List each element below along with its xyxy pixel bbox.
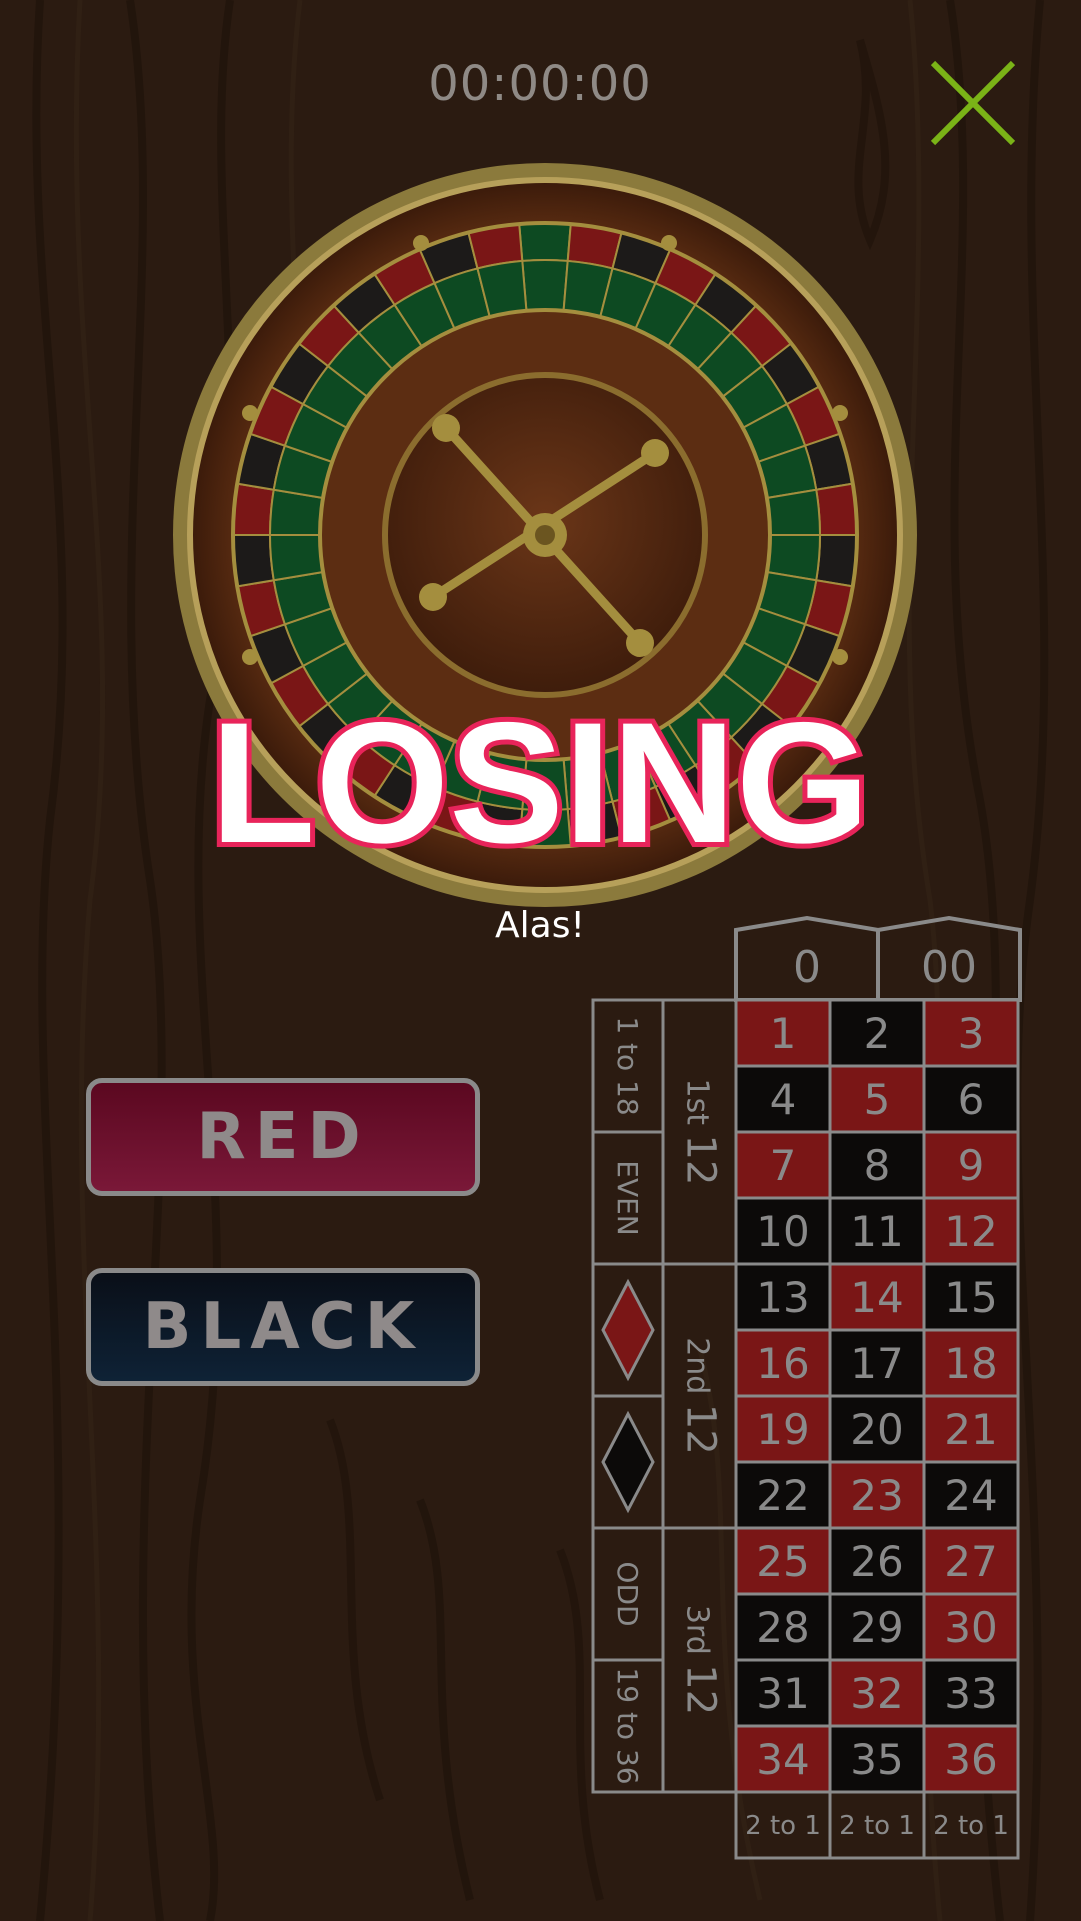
wheel-fret	[765, 488, 822, 536]
wheel-fret	[268, 534, 325, 582]
number-label: 8	[864, 1141, 891, 1190]
number-label: 4	[770, 1075, 797, 1124]
bet-black-button[interactable]: BLACK	[86, 1268, 480, 1386]
column-bet-label: 2 to 1	[745, 1811, 821, 1841]
number-label: 24	[944, 1471, 997, 1520]
number-label: 13	[756, 1273, 809, 1322]
bet-red-button[interactable]: RED	[86, 1078, 480, 1196]
outside-bet-label: 1 to 18	[611, 1016, 644, 1115]
number-label: 2	[864, 1009, 891, 1058]
outside-bet-label: 19 to 36	[611, 1667, 644, 1784]
number-label: 9	[958, 1141, 985, 1190]
dozen-label: 3rd 12	[678, 1605, 724, 1715]
number-label: 26	[850, 1537, 903, 1586]
number-label: 23	[850, 1471, 903, 1520]
number-label: 6	[958, 1075, 985, 1124]
number-label: 20	[850, 1405, 903, 1454]
dozen-label: 1st 12	[678, 1079, 724, 1186]
outside-bet-label: ODD	[611, 1561, 644, 1626]
number-label: 3	[958, 1009, 985, 1058]
wheel-pocket	[518, 222, 572, 263]
number-label: 16	[756, 1339, 809, 1388]
double-zero-label: 00	[921, 942, 977, 993]
number-label: 33	[944, 1669, 997, 1718]
wheel-pocket	[231, 534, 275, 588]
number-label: 7	[770, 1141, 797, 1190]
number-label: 32	[850, 1669, 903, 1718]
number-label: 1	[770, 1009, 797, 1058]
number-label: 14	[850, 1273, 903, 1322]
dozen-label: 2nd 12	[678, 1337, 724, 1455]
number-label: 18	[944, 1339, 997, 1388]
column-bet-label: 2 to 1	[933, 1811, 1009, 1841]
number-label: 34	[756, 1735, 809, 1784]
number-label: 12	[944, 1207, 997, 1256]
number-label: 5	[864, 1075, 891, 1124]
number-label: 28	[756, 1603, 809, 1652]
outside-bet-label: EVEN	[611, 1160, 644, 1235]
number-label: 19	[756, 1405, 809, 1454]
result-title: LOSING	[210, 687, 869, 879]
game-timer: 00:00:00	[428, 56, 652, 112]
number-label: 36	[944, 1735, 997, 1784]
zero-label: 0	[793, 942, 821, 993]
wheel-pocket	[231, 482, 275, 536]
number-label: 21	[944, 1405, 997, 1454]
number-label: 31	[756, 1669, 809, 1718]
wheel-pocket	[815, 482, 859, 536]
number-label: 35	[850, 1735, 903, 1784]
result-banner: LOSING	[205, 682, 874, 880]
number-label: 22	[756, 1471, 809, 1520]
number-label: 11	[850, 1207, 903, 1256]
number-label: 29	[850, 1603, 903, 1652]
close-icon[interactable]	[925, 55, 1021, 151]
number-label: 30	[944, 1603, 997, 1652]
wheel-pocket	[815, 534, 859, 588]
red-diamond-icon	[601, 1278, 655, 1382]
wheel-fret	[521, 258, 569, 312]
number-label: 25	[756, 1537, 809, 1586]
betting-table: 0 001 2 34 5 67 8 910 11 1213 14 1516 17 1819 20 2122 23…	[591, 915, 1022, 1860]
column-bet-label: 2 to 1	[839, 1811, 915, 1841]
number-label: 15	[944, 1273, 997, 1322]
number-label: 27	[944, 1537, 997, 1586]
number-label: 17	[850, 1339, 903, 1388]
number-label: 10	[756, 1207, 809, 1256]
black-diamond-icon	[601, 1410, 655, 1514]
